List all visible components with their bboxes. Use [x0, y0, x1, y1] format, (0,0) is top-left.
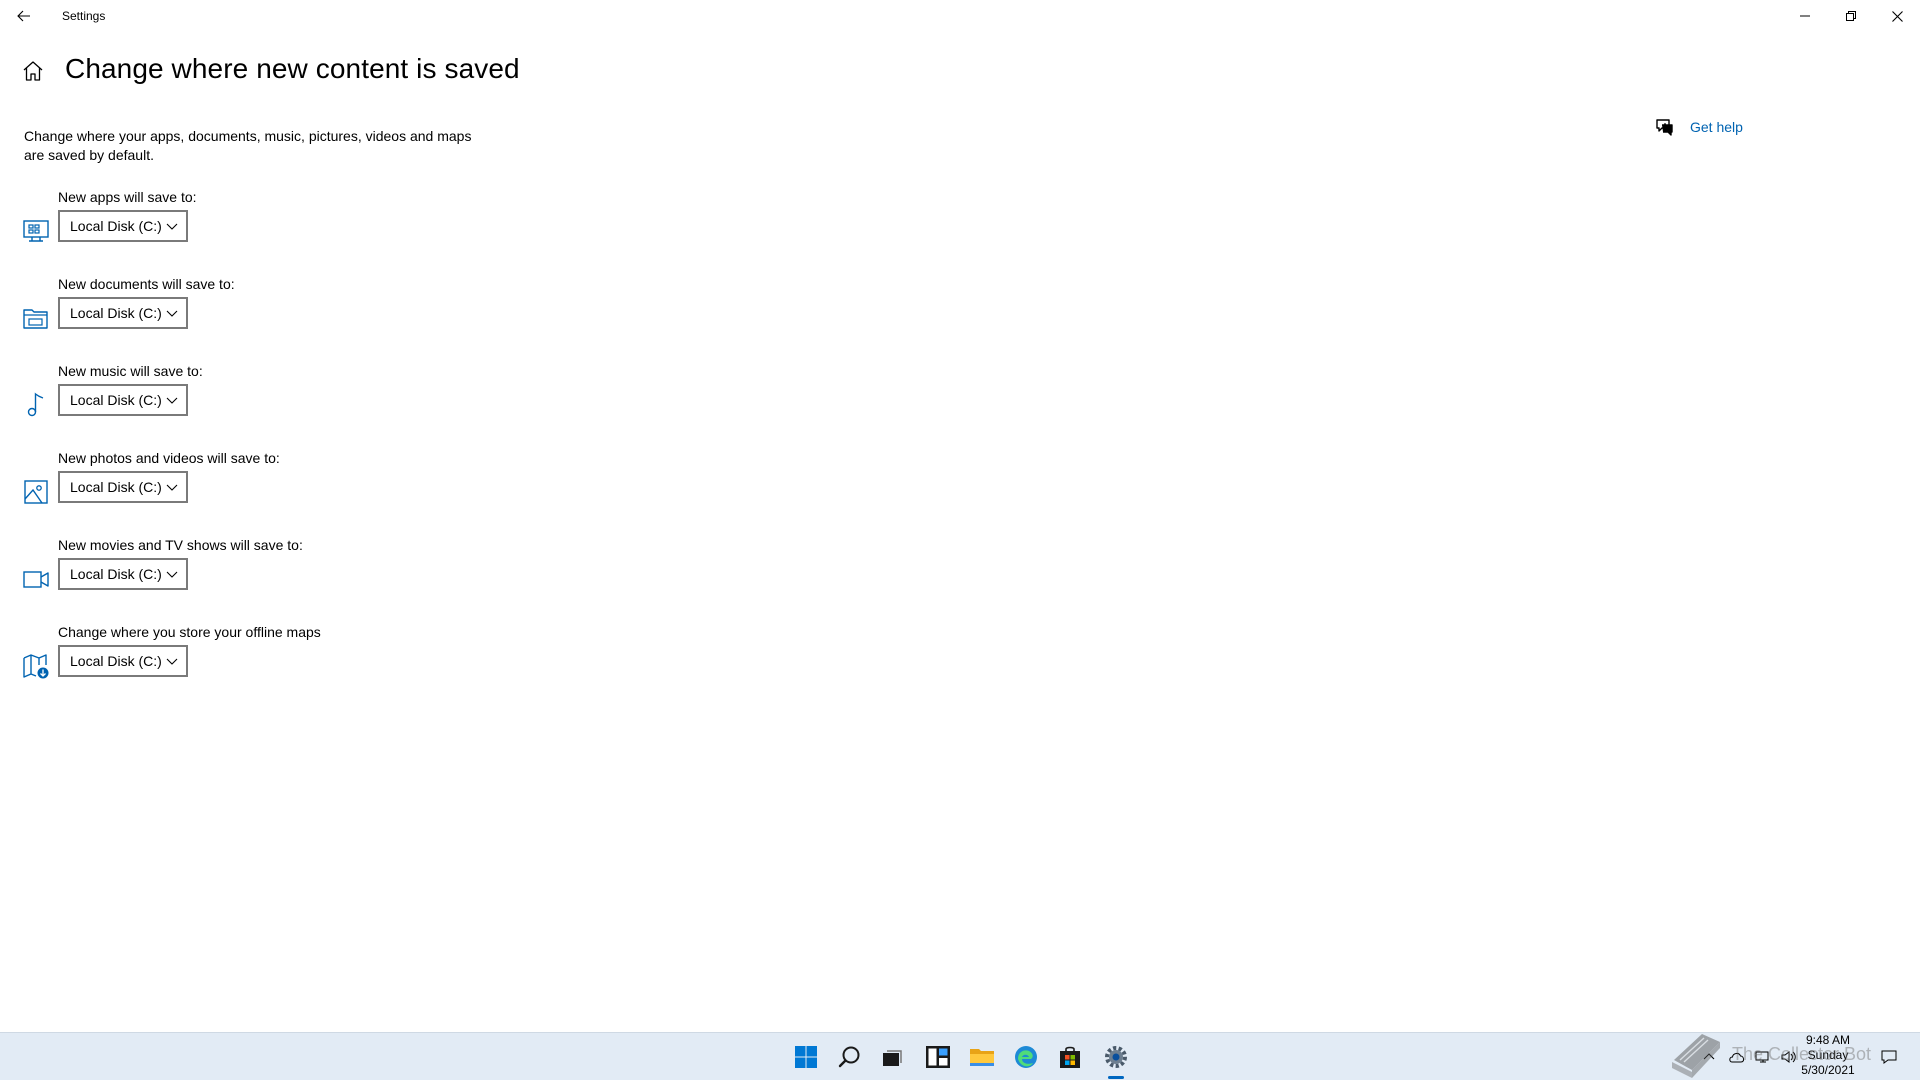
- widgets-button[interactable]: [922, 1041, 954, 1073]
- date-text: 5/30/2021: [1801, 1063, 1855, 1077]
- network-icon[interactable]: [1754, 1050, 1772, 1064]
- setting-label: New movies and TV shows will save to:: [58, 537, 303, 553]
- video-camera-icon: [23, 571, 49, 588]
- file-explorer-icon: [970, 1049, 994, 1066]
- maps-location-dropdown[interactable]: Local Disk (C:): [58, 645, 188, 677]
- minimize-icon: [1800, 15, 1810, 17]
- chevron-down-icon: [166, 484, 178, 491]
- setting-apps: New apps will save to: Local Disk (C:): [0, 189, 500, 259]
- clock[interactable]: 9:48 AM Sunday 5/30/2021: [1788, 1033, 1868, 1078]
- dropdown-value: Local Disk (C:): [70, 218, 162, 234]
- search-button[interactable]: [834, 1041, 866, 1073]
- task-view-icon: [883, 1050, 902, 1066]
- apps-monitor-icon: [23, 220, 49, 242]
- title-bar: Settings: [0, 0, 1920, 32]
- task-view-button[interactable]: [876, 1041, 908, 1073]
- back-arrow-icon: [17, 10, 30, 22]
- back-button[interactable]: [10, 4, 38, 28]
- page-title: Change where new content is saved: [65, 53, 520, 84]
- music-note-icon: [27, 392, 44, 417]
- restore-icon: [1846, 11, 1856, 21]
- dropdown-value: Local Disk (C:): [70, 392, 162, 408]
- photos-location-dropdown[interactable]: Local Disk (C:): [58, 471, 188, 503]
- page-description: Change where your apps, documents, music…: [24, 128, 472, 163]
- chevron-down-icon: [166, 397, 178, 404]
- home-button[interactable]: [22, 60, 46, 84]
- movies-location-dropdown[interactable]: Local Disk (C:): [58, 558, 188, 590]
- dropdown-value: Local Disk (C:): [70, 653, 162, 669]
- start-icon: [795, 1046, 817, 1068]
- chevron-up-icon[interactable]: [1702, 1050, 1716, 1064]
- chevron-down-icon: [166, 223, 178, 230]
- setting-documents: New documents will save to: Local Disk (…: [0, 276, 500, 346]
- store-icon: [1060, 1046, 1080, 1068]
- minimize-button[interactable]: [1782, 0, 1828, 32]
- folder-icon: [23, 309, 48, 329]
- settings-icon: [1105, 1046, 1127, 1068]
- photo-icon: [24, 480, 48, 504]
- close-icon: [1891, 10, 1903, 22]
- window-title: Settings: [62, 9, 106, 23]
- active-app-indicator: [1108, 1076, 1124, 1079]
- day-text: Sunday: [1807, 1048, 1849, 1062]
- get-help-label[interactable]: Get help: [1690, 119, 1743, 135]
- settings-button[interactable]: [1100, 1041, 1132, 1073]
- setting-label: New apps will save to:: [58, 189, 197, 205]
- widgets-icon: [926, 1046, 950, 1068]
- setting-label: New documents will save to:: [58, 276, 235, 292]
- search-icon: [838, 1046, 860, 1068]
- start-button[interactable]: [790, 1041, 822, 1073]
- edge-button[interactable]: [1010, 1041, 1042, 1073]
- time-text: 9:48 AM: [1805, 1033, 1851, 1047]
- setting-label: Change where you store your offline maps: [58, 624, 321, 640]
- chat-help-icon: [1656, 119, 1673, 136]
- dropdown-value: Local Disk (C:): [70, 305, 162, 321]
- taskbar: 9:48 AM Sunday 5/30/2021: [0, 1032, 1920, 1080]
- apps-location-dropdown[interactable]: Local Disk (C:): [58, 210, 188, 242]
- chevron-down-icon: [166, 658, 178, 665]
- file-explorer-button[interactable]: [966, 1041, 998, 1073]
- setting-label: New music will save to:: [58, 363, 203, 379]
- setting-label: New photos and videos will save to:: [58, 450, 280, 466]
- cloud-icon[interactable]: [1728, 1050, 1746, 1064]
- home-icon: [23, 61, 43, 81]
- offline-map-icon: [23, 654, 49, 679]
- system-tray: [1702, 1047, 1798, 1067]
- setting-movies-tv: New movies and TV shows will save to: Lo…: [0, 537, 500, 607]
- chevron-down-icon: [166, 310, 178, 317]
- get-help-link[interactable]: Get help: [1654, 116, 1743, 138]
- notification-icon[interactable]: [1880, 1049, 1898, 1065]
- chevron-down-icon: [166, 571, 178, 578]
- dropdown-value: Local Disk (C:): [70, 479, 162, 495]
- setting-offline-maps: Change where you store your offline maps…: [0, 624, 500, 694]
- setting-photos-videos: New photos and videos will save to: Loca…: [0, 450, 500, 520]
- dropdown-value: Local Disk (C:): [70, 566, 162, 582]
- setting-music: New music will save to: Local Disk (C:): [0, 363, 500, 433]
- documents-location-dropdown[interactable]: Local Disk (C:): [58, 297, 188, 329]
- close-button[interactable]: [1874, 0, 1920, 32]
- music-location-dropdown[interactable]: Local Disk (C:): [58, 384, 188, 416]
- store-button[interactable]: [1054, 1041, 1086, 1073]
- restore-button[interactable]: [1828, 0, 1874, 32]
- edge-icon: [1015, 1046, 1037, 1068]
